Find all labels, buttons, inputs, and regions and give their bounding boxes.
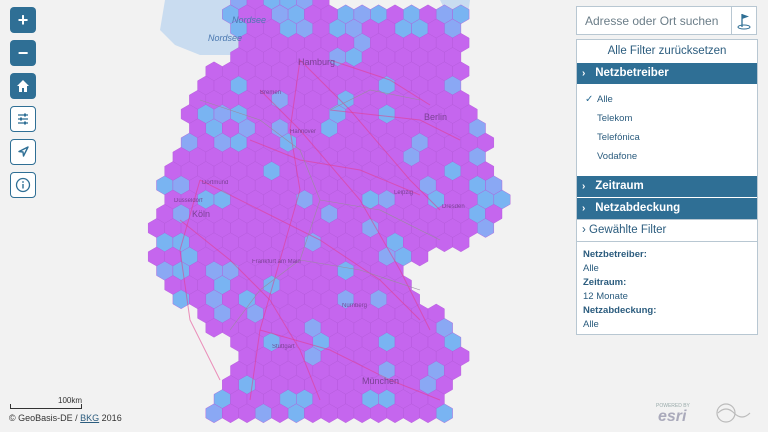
city-label: Köln <box>192 209 210 219</box>
accordion-netzabdeckung-label: Netzabdeckung <box>595 202 681 214</box>
reset-filters-button[interactable]: Alle Filter zurücksetzen <box>577 40 757 62</box>
search-box <box>576 6 757 35</box>
home-button[interactable] <box>10 73 36 99</box>
summary-value: Alle <box>583 263 599 274</box>
summary-value: 12 Monate <box>583 291 628 302</box>
summary-value: Alle <box>583 319 599 330</box>
city-label: Frankfurt am Main <box>252 259 301 265</box>
accordion-netzabdeckung[interactable]: › Netzabdeckung <box>577 198 757 219</box>
city-label: Bremen <box>260 90 281 96</box>
summary-label: Netzbetreiber: <box>583 249 647 260</box>
option-label: Telefónica <box>597 132 640 143</box>
sliders-icon <box>18 113 28 125</box>
location-pin-icon <box>737 13 751 29</box>
search-input[interactable] <box>577 7 737 34</box>
home-icon <box>17 80 29 92</box>
city-label: München <box>362 376 399 386</box>
navigation-arrow-icon <box>18 146 29 157</box>
option-vodafone[interactable]: Vodafone <box>577 147 757 166</box>
summary-label: Netzabdeckung: <box>583 305 657 316</box>
accordion-gewaehlte-filter[interactable]: › Gewählte Filter <box>577 219 757 242</box>
scale-bar <box>10 404 82 409</box>
checkmark-icon: ✓ <box>585 94 594 105</box>
city-label: Dortmund <box>202 180 228 186</box>
locate-me-button[interactable] <box>10 139 36 165</box>
filter-panel: Alle Filter zurücksetzen › Netzbetreiber… <box>576 39 758 335</box>
accordion-gewaehlte-label: Gewählte Filter <box>589 224 667 236</box>
minus-icon: − <box>17 42 29 63</box>
info-button[interactable] <box>10 172 36 198</box>
chevron-right-icon: › <box>582 203 586 214</box>
option-label: Vodafone <box>597 151 638 162</box>
partner-logo-mark <box>716 403 736 423</box>
copyright-notice: © GeoBasis-DE / BKG 2016 <box>9 413 122 423</box>
summary-label: Zeitraum: <box>583 277 627 288</box>
bkg-link[interactable]: BKG <box>80 413 99 423</box>
city-label: Hamburg <box>298 57 335 67</box>
chevron-right-icon: › <box>582 68 586 79</box>
option-telefonica[interactable]: Telefónica <box>577 128 757 147</box>
esri-logo: POWERED BY esri <box>656 403 751 425</box>
plus-icon: + <box>17 9 29 30</box>
chevron-right-icon: › <box>582 181 586 192</box>
city-label: Berlin <box>424 112 447 122</box>
option-label: Alle <box>597 94 613 105</box>
accordion-netzbetreiber[interactable]: › Netzbetreiber <box>577 63 757 84</box>
zoom-out-button[interactable]: − <box>10 40 36 66</box>
option-alle[interactable]: ✓ Alle <box>577 90 757 109</box>
city-label: Düsseldorf <box>174 198 203 204</box>
city-label: Dresden <box>442 204 465 210</box>
city-label: Nürnberg <box>342 303 367 309</box>
copyright-suffix: 2016 <box>99 413 122 423</box>
accordion-zeitraum-label: Zeitraum <box>595 180 644 192</box>
city-label: Leipzig <box>394 190 413 196</box>
filter-settings-button[interactable] <box>10 106 36 132</box>
search-location-button[interactable] <box>731 7 756 34</box>
city-label: Stuttgart <box>272 344 295 350</box>
option-label: Telekom <box>597 113 633 124</box>
accordion-netzbetreiber-label: Netzbetreiber <box>595 67 669 79</box>
city-label: Hannover <box>290 129 316 135</box>
sea-label: Nordsee <box>208 33 242 43</box>
accordion-zeitraum[interactable]: › Zeitraum <box>577 176 757 197</box>
logo-text: esri <box>658 408 687 425</box>
sea-label: Nordsee <box>232 15 266 25</box>
copyright-prefix: © GeoBasis-DE / <box>9 413 81 423</box>
zoom-in-button[interactable]: + <box>10 7 36 33</box>
info-icon <box>15 177 31 193</box>
option-telekom[interactable]: Telekom <box>577 109 757 128</box>
chevron-right-icon: › <box>582 224 586 236</box>
